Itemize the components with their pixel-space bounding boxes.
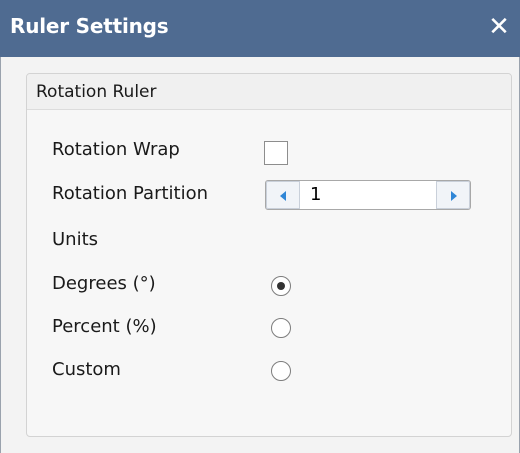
group-title: Rotation Ruler [36, 82, 157, 102]
rotation-wrap-label: Rotation Wrap [52, 139, 180, 160]
rotation-wrap-checkbox[interactable] [264, 141, 288, 165]
percent-radio[interactable] [271, 318, 291, 338]
increment-button[interactable] [436, 181, 470, 209]
arrow-left-icon [280, 191, 286, 201]
percent-option-label: Percent (%) [52, 316, 157, 337]
custom-radio[interactable] [271, 361, 291, 381]
degrees-radio[interactable] [271, 276, 291, 296]
rotation-partition-spinner [265, 180, 471, 210]
degrees-option-label: Degrees (°) [52, 273, 156, 294]
rotation-partition-label: Rotation Partition [52, 183, 209, 204]
close-icon[interactable]: ✕ [484, 10, 514, 44]
decrement-button[interactable] [266, 181, 300, 209]
title-bar: Ruler Settings ✕ [0, 0, 520, 57]
radio-selected-dot [277, 282, 285, 290]
rotation-partition-input[interactable] [302, 181, 432, 209]
arrow-right-icon [451, 191, 457, 201]
units-label: Units [52, 229, 99, 250]
custom-option-label: Custom [52, 359, 121, 380]
window-title: Ruler Settings [10, 14, 169, 38]
rotation-ruler-group: Rotation Ruler [26, 73, 512, 437]
ruler-settings-window: Ruler Settings ✕ Rotation Ruler Rotation… [0, 0, 520, 453]
group-header: Rotation Ruler [27, 74, 511, 110]
